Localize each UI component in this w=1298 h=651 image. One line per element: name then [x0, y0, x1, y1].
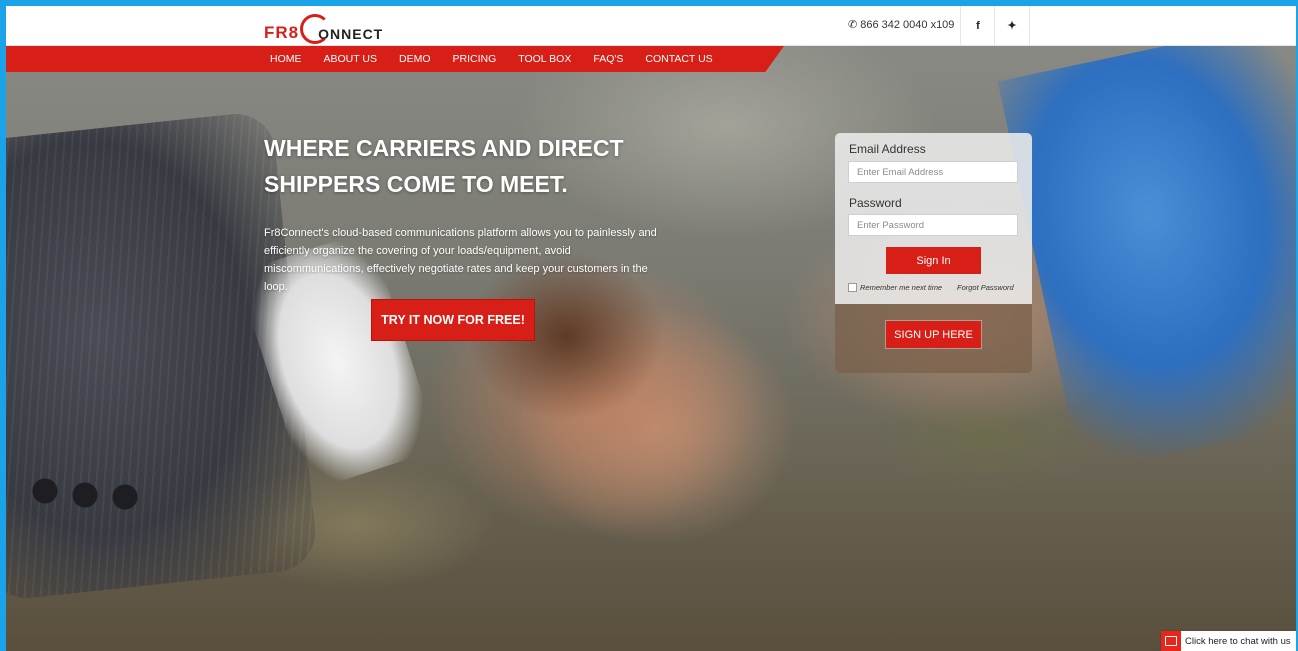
forgot-password-link[interactable]: Forgot Password — [957, 283, 1014, 292]
hero-description: Fr8Connect's cloud-based communications … — [264, 227, 657, 293]
nav-faqs[interactable]: FAQ'S — [582, 46, 634, 72]
nav-pricing[interactable]: PRICING — [441, 46, 507, 72]
email-label: Email Address — [849, 142, 926, 156]
chat-widget[interactable]: Click here to chat with us — [1161, 631, 1296, 651]
nav-tool-box[interactable]: TOOL BOX — [507, 46, 582, 72]
phone-icon: ✆ — [848, 19, 858, 31]
remember-me-label: Remember me next time — [860, 283, 943, 292]
nav-home[interactable]: HOME — [270, 46, 313, 72]
nav-items: HOME ABOUT US DEMO PRICING TOOL BOX FAQ'… — [270, 46, 724, 72]
try-free-button[interactable]: TRY IT NOW FOR FREE! — [371, 299, 535, 341]
fr8connect-logo[interactable]: FR8 ONNECT — [264, 10, 383, 44]
hero-suit-buttons — [30, 461, 170, 521]
hero-headline: WHERE CARRIERS AND DIRECT SHIPPERS COME … — [264, 135, 624, 197]
remember-me[interactable]: Remember me next time — [848, 283, 942, 292]
nav-about-us[interactable]: ABOUT US — [313, 46, 388, 72]
logo-wordmark-part2: ONNECT — [318, 26, 384, 42]
password-field[interactable] — [848, 214, 1018, 236]
logo-wordmark-part1: FR8 — [264, 23, 300, 42]
contact-phone[interactable]: ✆ 866 342 0040 x109 — [848, 18, 955, 32]
password-label: Password — [849, 196, 902, 210]
main-nav: HOME ABOUT US DEMO PRICING TOOL BOX FAQ'… — [6, 46, 784, 72]
sign-up-button[interactable]: SIGN UP HERE — [886, 321, 981, 348]
chat-icon — [1161, 631, 1181, 651]
sign-in-button[interactable]: Sign In — [886, 247, 981, 274]
top-header: FR8 ONNECT ✆ 866 342 0040 x109 f ✦ — [6, 6, 1296, 46]
chat-label: Click here to chat with us — [1185, 635, 1291, 647]
phone-number: 866 342 0040 x109 — [860, 18, 955, 31]
login-panel: Email Address Password Sign In Remember … — [835, 133, 1032, 373]
facebook-icon[interactable]: f — [960, 6, 995, 45]
remember-me-checkbox[interactable] — [848, 283, 857, 292]
email-field[interactable] — [848, 161, 1018, 183]
page-frame: FR8 ONNECT ✆ 866 342 0040 x109 f ✦ HOME … — [6, 6, 1296, 651]
twitter-icon[interactable]: ✦ — [994, 6, 1030, 45]
nav-demo[interactable]: DEMO — [388, 46, 442, 72]
nav-contact-us[interactable]: CONTACT US — [634, 46, 723, 72]
